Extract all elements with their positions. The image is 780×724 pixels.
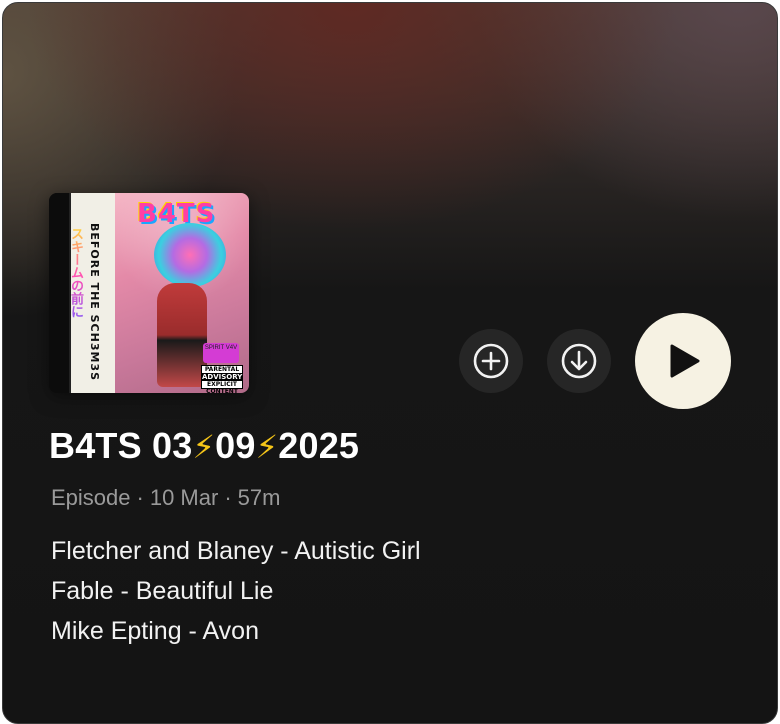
cover-spine-text: BEFORE THE SCH3M3S: [88, 223, 101, 382]
episode-card: スキームの前に BEFORE THE SCH3M3S B4TS SPIRIT V…: [2, 2, 778, 724]
title-part: 2025: [278, 425, 360, 466]
track-item: Fletcher and Blaney - Autistic Girl: [51, 537, 421, 565]
advisory-top: PARENTAL: [204, 366, 240, 373]
advisory-main: ADVISORY: [202, 373, 243, 381]
parental-advisory-label: PARENTAL ADVISORY EXPLICIT CONTENT: [201, 365, 243, 393]
cover-rose-graphic: [154, 223, 226, 287]
cover-sticker: SPIRIT V4V: [203, 343, 239, 363]
cover-figure-graphic: [157, 283, 207, 387]
play-icon: [663, 341, 703, 381]
episode-date: 10 Mar: [149, 485, 219, 510]
episode-type: Episode: [51, 485, 131, 510]
meta-separator: ·: [136, 485, 144, 510]
episode-description-tracklist: Fletcher and Blaney - Autistic Girl Fabl…: [51, 531, 421, 651]
episode-title: B4TS 03⚡09⚡2025: [49, 425, 359, 467]
lightning-bolt-emoji: ⚡: [255, 429, 279, 465]
track-item: Fable - Beautiful Lie: [51, 577, 274, 605]
title-part: B4TS 03: [49, 425, 193, 466]
play-button[interactable]: [635, 313, 731, 409]
download-circle-icon: [561, 343, 597, 379]
lightning-bolt-emoji: ⚡: [192, 429, 216, 465]
add-to-library-button[interactable]: [459, 329, 523, 393]
episode-meta: Episode · 10 Mar · 57m: [51, 485, 280, 511]
download-button[interactable]: [547, 329, 611, 393]
advisory-bottom: EXPLICIT CONTENT: [206, 381, 238, 393]
meta-separator: ·: [224, 485, 232, 510]
episode-cover-art[interactable]: スキームの前に BEFORE THE SCH3M3S B4TS SPIRIT V…: [49, 193, 249, 393]
add-circle-icon: [473, 343, 509, 379]
title-part: 09: [215, 425, 256, 466]
track-item: Mike Epting - Avon: [51, 617, 259, 645]
episode-duration: 57m: [237, 485, 281, 510]
